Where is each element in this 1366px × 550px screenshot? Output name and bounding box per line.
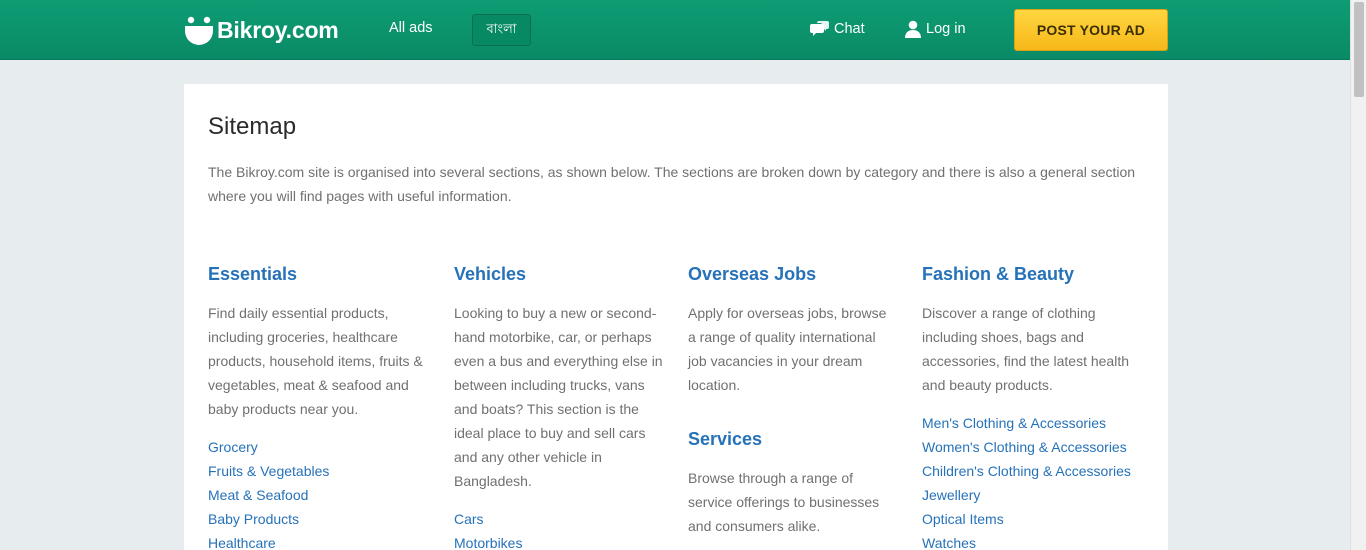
category-description: Apply for overseas jobs, browse a range … (688, 305, 887, 393)
category-heading[interactable]: Services (688, 427, 898, 451)
list-item[interactable]: Cars (454, 507, 666, 531)
category-heading[interactable]: Vehicles (454, 262, 666, 286)
category-column-essentials: Essentials Find daily essential products… (208, 262, 430, 550)
scrollbar-thumb[interactable] (1354, 2, 1364, 97)
subcategory-link[interactable]: Optical Items (922, 511, 1004, 527)
chat-label: Chat (834, 21, 865, 37)
intro-text: The Bikroy.com site is organised into se… (208, 164, 1136, 204)
subcategory-link[interactable]: Grocery (208, 439, 258, 455)
subcategory-link[interactable]: Motorbikes (454, 535, 522, 550)
brand-name: Bikroy.com (217, 16, 339, 43)
subcategory-link[interactable]: Meat & Seafood (208, 487, 308, 503)
category-description: Discover a range of clothing including s… (922, 305, 1130, 393)
subcategory-list: Grocery Fruits & Vegetables Meat & Seafo… (208, 435, 430, 550)
subcategory-link[interactable]: Fruits & Vegetables (208, 463, 329, 479)
chat-link[interactable]: Chat (810, 20, 865, 38)
subcategory-list: Men's Clothing & Accessories Women's Clo… (922, 411, 1146, 550)
list-item[interactable]: Grocery (208, 435, 430, 459)
list-item[interactable]: Fruits & Vegetables (208, 459, 430, 483)
site-logo[interactable]: Bikroy.com (184, 14, 339, 46)
list-item[interactable]: Watches (922, 531, 1146, 550)
subcategory-link[interactable]: Baby Products (208, 511, 299, 527)
chat-bubbles-icon (810, 20, 830, 38)
login-label: Log in (926, 21, 966, 37)
list-item[interactable]: Healthcare (208, 531, 430, 550)
list-item[interactable]: Women's Clothing & Accessories (922, 435, 1146, 459)
subcategory-link[interactable]: Cars (454, 511, 484, 527)
list-item[interactable]: Motorbikes (454, 531, 666, 550)
user-icon (904, 20, 922, 38)
list-item[interactable]: Baby Products (208, 507, 430, 531)
subcategory-link[interactable]: Watches (922, 535, 976, 550)
subcategory-list: Cars Motorbikes (454, 507, 666, 550)
post-your-ad-button[interactable]: POST YOUR AD (1014, 9, 1168, 51)
category-heading[interactable]: Overseas Jobs (688, 262, 898, 286)
top-navigation-bar: Bikroy.com All ads বাংলা Chat Log in POS… (0, 0, 1350, 60)
subcategory-link[interactable]: Healthcare (208, 535, 276, 550)
subcategory-link[interactable]: Jewellery (922, 487, 980, 503)
page-title: Sitemap (208, 113, 297, 140)
login-link[interactable]: Log in (904, 20, 966, 38)
sitemap-card: Sitemap The Bikroy.com site is organised… (184, 84, 1168, 550)
vertical-scrollbar[interactable] (1350, 0, 1366, 550)
category-heading[interactable]: Essentials (208, 262, 430, 286)
category-description: Looking to buy a new or second-hand moto… (454, 305, 663, 489)
category-column-vehicles: Vehicles Looking to buy a new or second-… (454, 262, 666, 550)
list-item[interactable]: Optical Items (922, 507, 1146, 531)
list-item[interactable]: Children's Clothing & Accessories (922, 459, 1146, 483)
language-toggle-button[interactable]: বাংলা (472, 14, 531, 46)
category-column-fashion-beauty: Fashion & Beauty Discover a range of clo… (922, 262, 1146, 550)
subcategory-link[interactable]: Women's Clothing & Accessories (922, 439, 1127, 455)
category-heading[interactable]: Fashion & Beauty (922, 262, 1146, 286)
subcategory-link[interactable]: Men's Clothing & Accessories (922, 415, 1106, 431)
list-item[interactable]: Jewellery (922, 483, 1146, 507)
list-item[interactable]: Meat & Seafood (208, 483, 430, 507)
all-ads-link[interactable]: All ads (389, 20, 433, 36)
list-item[interactable]: Men's Clothing & Accessories (922, 411, 1146, 435)
smiley-logo-icon (184, 15, 214, 45)
category-description: Find daily essential products, including… (208, 305, 423, 417)
category-description: Browse through a range of service offeri… (688, 470, 880, 534)
category-column-jobs-services: Overseas Jobs Apply for overseas jobs, b… (688, 262, 898, 550)
subcategory-link[interactable]: Children's Clothing & Accessories (922, 463, 1131, 479)
